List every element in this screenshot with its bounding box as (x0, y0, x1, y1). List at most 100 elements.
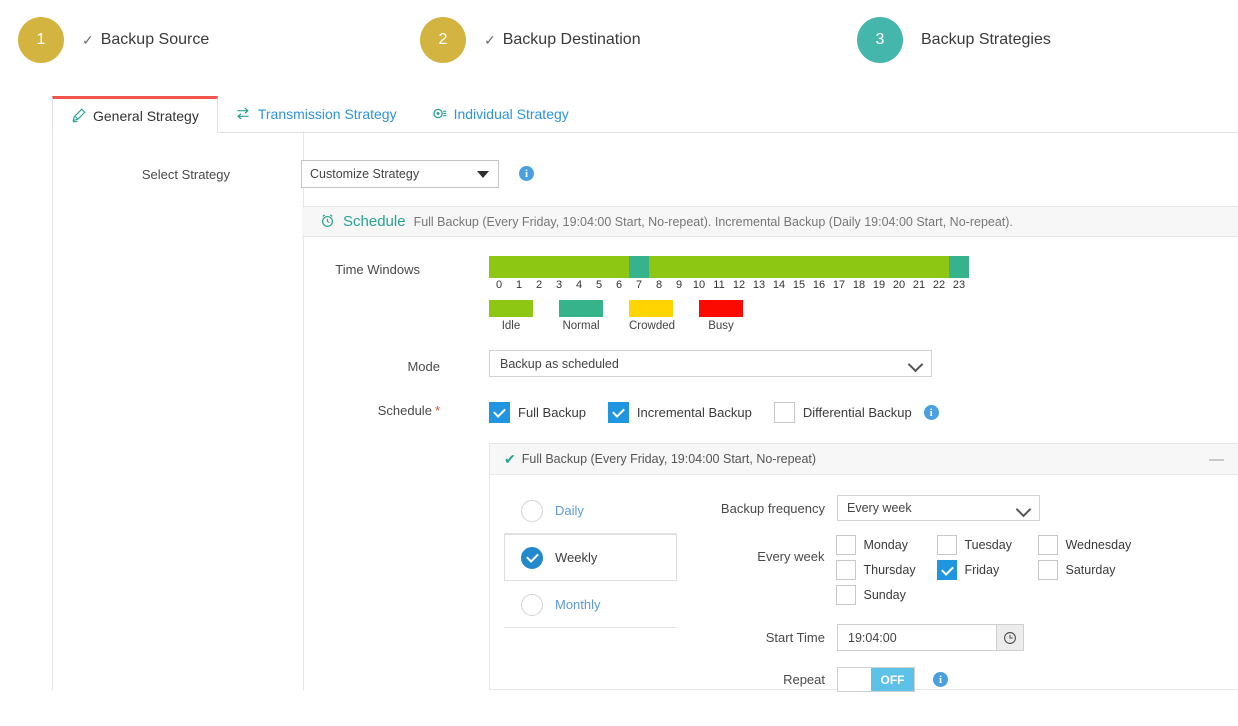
weekday-option[interactable]: Thursday (836, 560, 931, 580)
wizard-step-1[interactable]: 1 ✓ Backup Source (18, 17, 209, 63)
strategy-tabs: General Strategy Transmission Strategy I… (52, 94, 1238, 133)
mode-dropdown[interactable]: Backup as scheduled (489, 350, 932, 377)
tab-label: Transmission Strategy (257, 105, 397, 122)
weekday-checkbox[interactable] (937, 535, 958, 555)
step-label: ✓ Backup Destination (484, 31, 641, 49)
weekday-label: Friday (964, 563, 1000, 577)
weekday-option[interactable]: Friday (937, 560, 1032, 580)
time-window-segment[interactable] (629, 256, 649, 278)
tab-general-strategy[interactable]: General Strategy (52, 96, 218, 133)
legend-item: Crowded (629, 300, 676, 332)
time-window-tick: 12 (732, 279, 746, 291)
backup-strategies-page: 1 ✓ Backup Source 2 ✓ Backup Destination… (0, 0, 1238, 726)
step-label: ✓ Backup Source (82, 31, 209, 49)
mode-value: Backup as scheduled (500, 356, 619, 371)
step-number-badge: 3 (857, 17, 903, 63)
schedule-type-checkbox[interactable] (489, 402, 510, 423)
tab-transmission-strategy[interactable]: Transmission Strategy (218, 95, 414, 132)
weekday-option[interactable]: Monday (836, 535, 931, 555)
schedule-type-label: Incremental Backup (636, 405, 752, 420)
legend-swatch (629, 300, 673, 317)
legend-item: Normal (559, 300, 603, 332)
tab-individual-strategy[interactable]: Individual Strategy (414, 95, 586, 132)
toggle-knob (838, 668, 871, 691)
weekday-checkbox[interactable] (836, 535, 857, 555)
schedule-type-checkbox[interactable] (607, 402, 629, 423)
schedule-type-label: Full Backup (518, 405, 586, 420)
weekday-checkbox[interactable] (836, 585, 857, 605)
start-time-row: Start Time 19:04:00 (690, 624, 1230, 651)
select-strategy-info-icon[interactable]: i (519, 166, 534, 181)
wizard-step-2[interactable]: 2 ✓ Backup Destination (420, 17, 641, 63)
radio-icon (521, 546, 543, 569)
weekday-checkbox[interactable] (1038, 535, 1059, 555)
legend-item: Idle (489, 300, 533, 332)
select-strategy-value: Customize Strategy (310, 167, 420, 181)
time-window-segment[interactable] (649, 256, 949, 278)
weekday-option[interactable]: Tuesday (937, 535, 1032, 555)
start-time-input[interactable]: 19:04:00 (837, 624, 997, 651)
time-windows-bar[interactable] (489, 256, 969, 278)
time-window-tick: 19 (872, 279, 886, 291)
backup-frequency-dropdown[interactable]: Every week (837, 495, 1040, 521)
schedule-type-checkbox[interactable] (773, 402, 795, 423)
weekday-option[interactable]: Wednesday (1038, 535, 1133, 555)
schedule-type-checkbox-row: Full Backup Incremental Backup Differentia… (489, 402, 939, 423)
start-time-label: Start Time (765, 630, 825, 645)
schedule-description: Full Backup (Every Friday, 19:04:00 Star… (413, 214, 1013, 229)
weekday-checkbox[interactable] (937, 560, 958, 580)
step-label-text: Backup Source (100, 31, 210, 48)
mode-label: Mode (407, 359, 440, 374)
frequency-option[interactable]: Weekly (504, 534, 677, 581)
step-label: Backup Strategies (921, 31, 1051, 49)
weekday-label: Tuesday (964, 538, 1012, 552)
weekday-checkbox[interactable] (836, 560, 857, 580)
time-window-tick: 13 (752, 279, 766, 291)
repeat-info-icon[interactable]: i (933, 672, 948, 687)
chevron-down-icon (1015, 501, 1032, 518)
weekday-option[interactable]: Sunday (836, 585, 931, 605)
select-strategy-dropdown[interactable]: Customize Strategy (301, 160, 499, 188)
wizard-step-3[interactable]: 3 Backup Strategies (857, 17, 1051, 63)
schedule-types-label-text: Schedule (377, 403, 432, 418)
legend-label: Crowded (629, 320, 676, 332)
legend-label: Idle (501, 320, 521, 332)
frequency-option[interactable]: Monthly (504, 581, 677, 628)
weekday-checkbox[interactable] (1038, 560, 1059, 580)
tab-label: General Strategy (93, 107, 199, 124)
select-strategy-label: Select Strategy (141, 167, 230, 182)
time-window-tick: 4 (575, 279, 583, 291)
radio-icon (521, 499, 543, 522)
time-window-segment[interactable] (949, 256, 969, 278)
time-window-segment[interactable] (489, 256, 629, 278)
time-window-tick: 8 (655, 279, 663, 291)
repeat-label: Repeat (783, 672, 825, 687)
schedule-type-label: Differential Backup (802, 405, 912, 420)
time-window-tick: 7 (635, 279, 643, 291)
step-number-badge: 1 (18, 17, 64, 63)
alarm-clock-icon (320, 213, 335, 231)
legend-swatch (699, 300, 743, 317)
weekday-label: Saturday (1065, 563, 1116, 577)
weekday-option[interactable]: Saturday (1038, 560, 1133, 580)
repeat-toggle[interactable]: OFF (837, 667, 915, 692)
time-windows-legend: Idle Normal Crowded Busy (489, 300, 743, 332)
clock-icon[interactable] (997, 624, 1024, 651)
collapse-icon[interactable]: — (1209, 451, 1224, 468)
time-window-tick: 22 (932, 279, 946, 291)
step-label-text: Backup Strategies (921, 31, 1051, 48)
time-window-tick: 11 (713, 279, 725, 291)
settings-gear-icon (431, 106, 447, 121)
legend-label: Normal (562, 320, 600, 332)
frequency-option-label: Daily (555, 503, 584, 518)
frequency-option-label: Weekly (555, 550, 598, 565)
frequency-option-list: Daily Weekly Monthly (504, 487, 677, 628)
frequency-option[interactable]: Daily (504, 487, 677, 534)
required-asterisk: * (434, 403, 440, 418)
check-icon: ✔ (504, 450, 516, 467)
repeat-row: Repeat OFF i (690, 667, 1230, 692)
time-window-tick: 17 (832, 279, 846, 291)
every-week-label: Every week (757, 549, 825, 564)
every-week-row: Every week Monday Tuesday Wednesday Thursda… (690, 535, 1230, 610)
schedule-types-info-icon[interactable]: i (923, 405, 939, 420)
